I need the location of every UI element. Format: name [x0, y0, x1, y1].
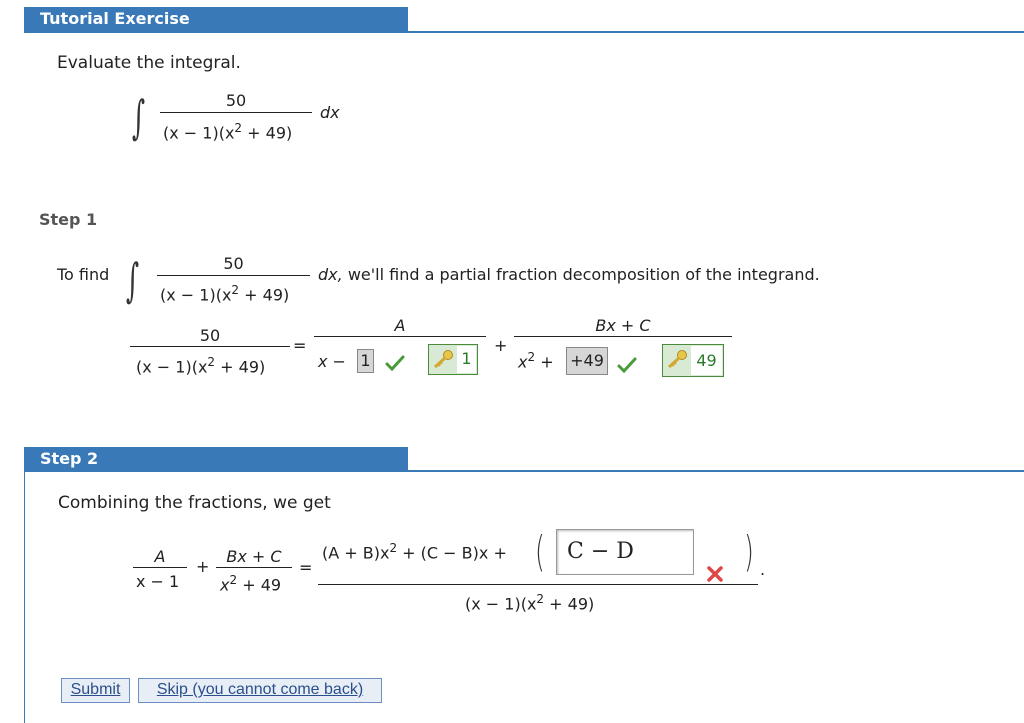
step1-plus: + — [494, 336, 508, 355]
tutorial-header: Tutorial Exercise — [24, 7, 408, 32]
rhs-denominator: (x − 1)(x2 + 49) — [465, 592, 595, 614]
term1-answer-box[interactable]: 1 — [357, 349, 374, 373]
header-rule — [24, 31, 1024, 33]
key-icon — [667, 350, 687, 369]
term1-key-box: 1 — [428, 344, 478, 375]
step1-fraction-bar — [157, 275, 310, 276]
term2-key-box: 49 — [662, 344, 724, 377]
close-paren: ) — [744, 527, 754, 576]
step2-text: Combining the fractions, we get — [58, 493, 331, 513]
term1-den-prefix: x − — [318, 352, 346, 371]
lhs-fraction-bar — [130, 346, 290, 347]
wrong-x-icon — [707, 566, 723, 582]
a-denominator: x − 1 — [136, 572, 180, 591]
question-denominator: (x − 1)(x2 + 49) — [163, 121, 293, 143]
step2-plus: + — [196, 557, 210, 576]
open-paren: ( — [535, 527, 545, 576]
tutorial-header-title: Tutorial Exercise — [40, 9, 190, 28]
a-fraction-bar — [133, 567, 187, 568]
key-icon — [433, 350, 453, 369]
term1-fraction-bar — [314, 336, 486, 337]
skip-button[interactable]: Skip (you cannot come back) — [138, 678, 382, 703]
term1-numerator: A — [394, 316, 406, 335]
term2-numerator: Bx + C — [595, 316, 651, 335]
a-numerator: A — [154, 547, 166, 566]
answer-input[interactable]: C − D — [556, 529, 694, 575]
check-icon — [617, 357, 637, 373]
term2-key-value: 49 — [691, 346, 722, 375]
step1-equals: = — [293, 336, 307, 355]
b-denominator: x2 + 49 — [220, 573, 282, 595]
term2-fraction-bar — [514, 336, 732, 337]
step2-rule — [24, 470, 1024, 472]
step2-left-border — [24, 471, 25, 723]
integral-sign: ∫ — [132, 90, 146, 144]
lhs-denominator: (x − 1)(x2 + 49) — [136, 355, 266, 377]
step2-header: Step 2 — [24, 447, 408, 471]
step2-label: Step 2 — [40, 449, 99, 468]
b-fraction-bar — [216, 567, 292, 568]
step1-sentence: dx, we'll find a partial fraction decomp… — [318, 265, 820, 284]
question-numerator: 50 — [225, 91, 247, 110]
step1-label: Step 1 — [39, 210, 98, 229]
rhs-numerator: (A + B)x2 + (C − B)x + — [322, 541, 507, 563]
step1-numerator: 50 — [223, 254, 244, 273]
question-differential: dx — [320, 103, 340, 122]
term1-key-value: 1 — [457, 346, 476, 373]
step2-equals: = — [299, 558, 313, 577]
lhs-numerator: 50 — [199, 326, 221, 345]
b-numerator: Bx + C — [226, 547, 282, 566]
term2-den-prefix: x2 + — [518, 350, 554, 372]
check-icon — [385, 355, 405, 371]
rhs-fraction-bar — [318, 584, 758, 585]
question-fraction-bar — [160, 112, 312, 113]
submit-button[interactable]: Submit — [61, 678, 130, 703]
step1-to-find: To find — [57, 265, 110, 284]
period: . — [760, 560, 766, 579]
step1-denominator: (x − 1)(x2 + 49) — [160, 283, 290, 305]
question-prompt: Evaluate the integral. — [57, 53, 241, 73]
term2-answer-box[interactable]: +49 — [566, 347, 608, 375]
step1-integral-sign: ∫ — [126, 253, 140, 307]
